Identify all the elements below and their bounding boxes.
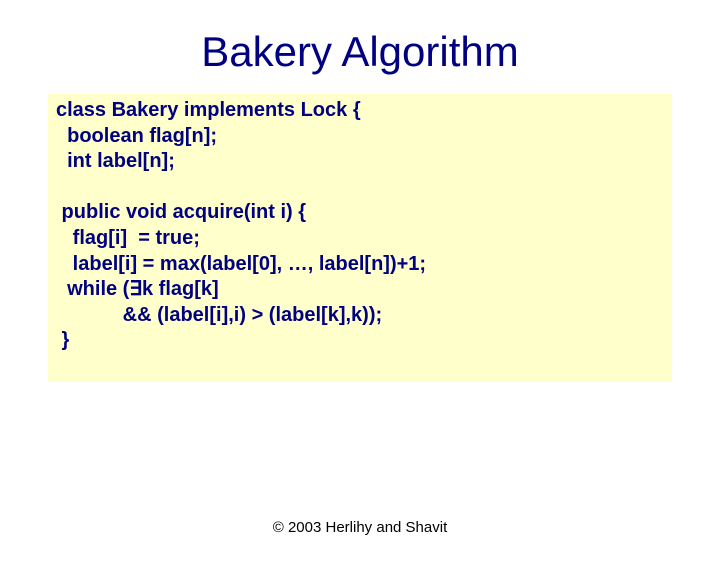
code-line: public void acquire(int i) { [56,201,306,223]
code-block: class Bakery implements Lock { boolean f… [48,94,672,382]
code-line: while (∃k flag[k] [56,278,219,300]
code-line: && (label[i],i) > (label[k],k)); [56,304,382,326]
code-line: int label[n]; [56,150,175,172]
slide: Bakery Algorithm class Bakery implements… [0,28,720,568]
code-line: } [56,329,69,351]
code-line: label[i] = max(label[0], …, label[n])+1; [56,253,426,275]
slide-title: Bakery Algorithm [0,28,720,76]
code-line: flag[i] = true; [56,227,200,249]
code-line: boolean flag[n]; [56,125,217,147]
footer-copyright: © 2003 Herlihy and Shavit [0,519,720,536]
code-line: class Bakery implements Lock { [56,99,361,121]
